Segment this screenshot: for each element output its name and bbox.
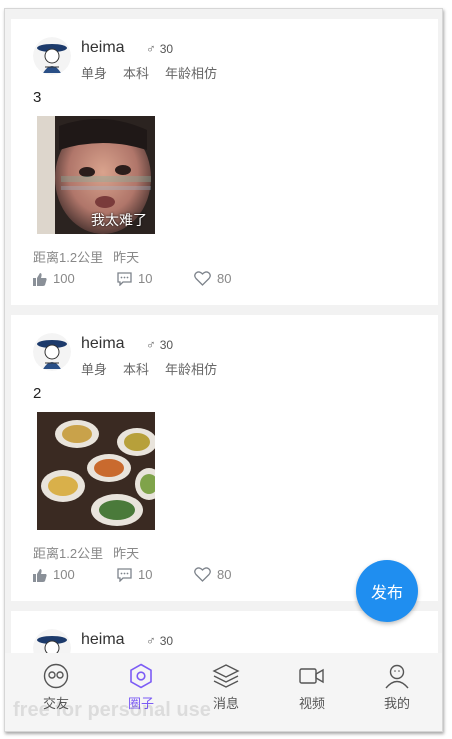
avatar[interactable]: [33, 629, 71, 653]
distance: 距离1.2公里: [33, 250, 104, 265]
layers-icon: [212, 664, 240, 688]
post-card[interactable]: heima ♂ 30 单身 本科 年龄相仿 3 我太难了 距离1.2公里 昨天 …: [11, 19, 438, 305]
image-caption: 我太难了: [91, 212, 147, 228]
user-tags: 单身 本科 年龄相仿: [81, 359, 233, 378]
gender-age: ♂ 30: [146, 337, 173, 352]
heart-icon: [194, 567, 211, 582]
phone-frame: heima ♂ 30 单身 本科 年龄相仿 3 我太难了 距离1.2公里 昨天 …: [4, 8, 443, 732]
distance: 距离1.2公里: [33, 546, 104, 561]
male-icon: ♂: [146, 41, 156, 56]
comment-count: 10: [138, 271, 153, 286]
friends-icon: [43, 663, 69, 689]
publish-button[interactable]: 发布: [356, 560, 418, 622]
thumbs-up-icon: [33, 272, 47, 286]
tag: 本科: [123, 66, 150, 81]
like-count: 100: [53, 567, 75, 582]
username[interactable]: heima: [81, 335, 125, 353]
like-count: 100: [53, 271, 75, 286]
male-icon: ♂: [146, 633, 156, 648]
comment-button[interactable]: 10: [117, 271, 152, 286]
video-icon: [299, 668, 324, 684]
favorite-button[interactable]: 80: [194, 271, 231, 286]
post-meta: 距离1.2公里 昨天: [33, 543, 149, 562]
post-text: 3: [33, 89, 42, 106]
tab-label: 视频: [298, 696, 325, 711]
gender-age: ♂ 30: [146, 633, 173, 648]
comment-count: 10: [138, 567, 153, 582]
username[interactable]: heima: [81, 631, 125, 649]
favorite-count: 80: [217, 271, 232, 286]
tag: 年龄相仿: [165, 362, 218, 377]
feed-list[interactable]: heima ♂ 30 单身 本科 年龄相仿 3 我太难了 距离1.2公里 昨天 …: [11, 19, 438, 653]
post-image[interactable]: [37, 412, 155, 530]
like-button[interactable]: 100: [33, 567, 75, 582]
male-icon: ♂: [146, 337, 156, 352]
gender-age: ♂ 30: [146, 41, 173, 56]
tab-label: 我的: [383, 696, 410, 711]
status-bar: [5, 9, 442, 19]
age: 30: [159, 338, 174, 352]
tag: 本科: [123, 362, 150, 377]
username[interactable]: heima: [81, 39, 125, 57]
comment-icon: [117, 271, 132, 286]
post-actions: 100 10 80: [33, 271, 433, 291]
tab-video[interactable]: 视频: [277, 663, 347, 712]
comment-icon: [117, 567, 132, 582]
post-card[interactable]: heima ♂ 30 单身 本科 年龄相仿 2 距离1.2公里 昨天 100 1…: [11, 315, 438, 601]
tab-profile[interactable]: 我的: [362, 663, 432, 712]
avatar[interactable]: [33, 37, 71, 75]
tag: 年龄相仿: [165, 66, 218, 81]
comment-button[interactable]: 10: [117, 567, 152, 582]
watermark: free for personal use: [13, 699, 211, 721]
post-meta: 距离1.2公里 昨天: [33, 247, 149, 266]
age: 30: [159, 42, 174, 56]
favorite-button[interactable]: 80: [194, 567, 231, 582]
heart-icon: [194, 271, 211, 286]
post-time: 昨天: [113, 546, 140, 561]
favorite-count: 80: [217, 567, 232, 582]
tag: 单身: [81, 362, 108, 377]
thumbs-up-icon: [33, 568, 47, 582]
circle-icon: [130, 663, 152, 689]
tag: 单身: [81, 66, 108, 81]
profile-icon: [385, 664, 409, 689]
post-image[interactable]: 我太难了: [37, 116, 155, 234]
post-text: 2: [33, 385, 42, 402]
age: 30: [159, 634, 174, 648]
like-button[interactable]: 100: [33, 271, 75, 286]
user-tags: 单身 本科 年龄相仿: [81, 63, 233, 82]
post-time: 昨天: [113, 250, 140, 265]
avatar[interactable]: [33, 333, 71, 371]
